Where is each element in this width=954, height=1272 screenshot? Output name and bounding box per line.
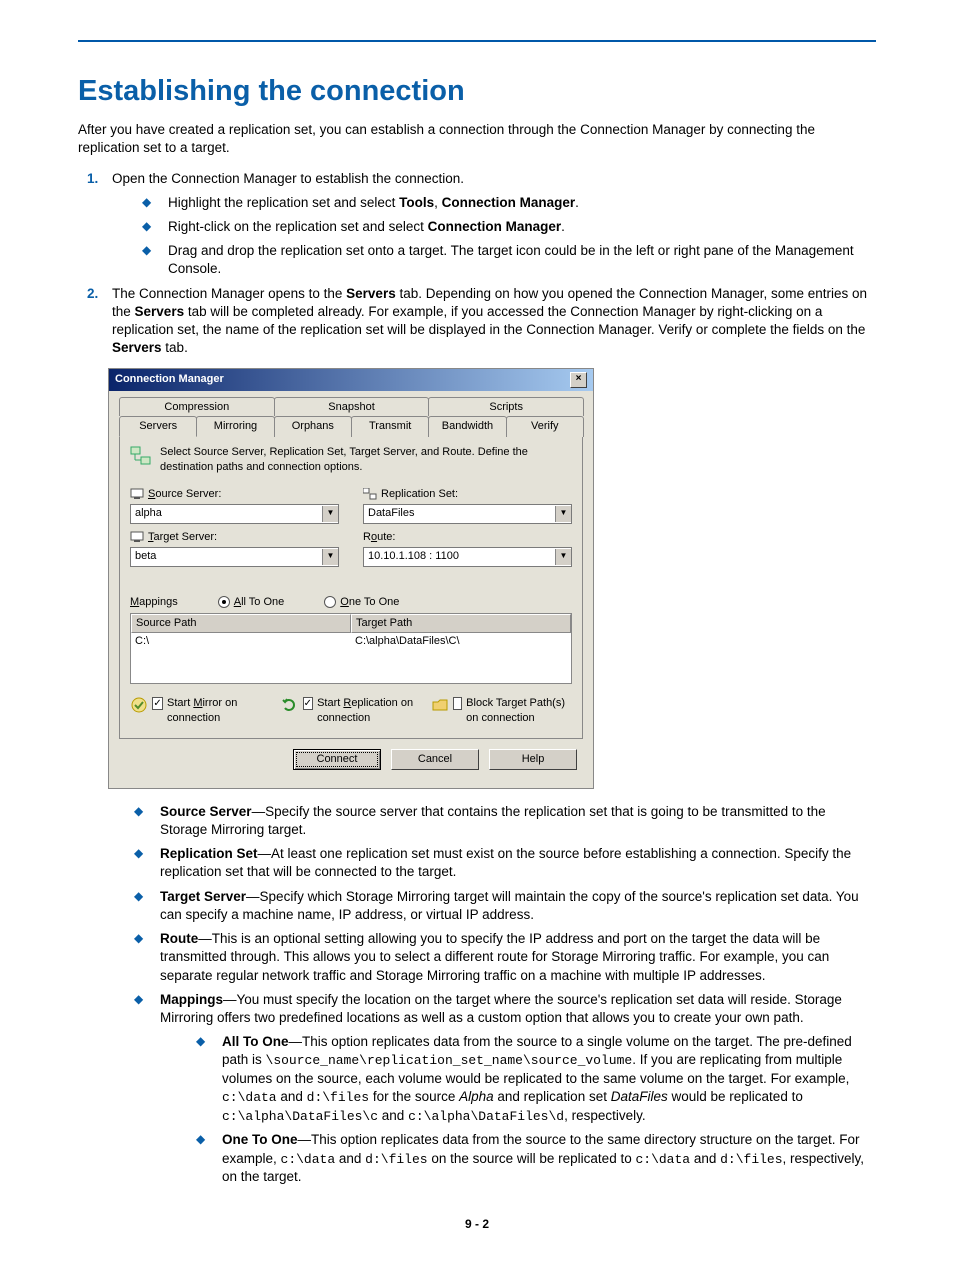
table-row[interactable]: C:\ C:\alpha\DataFiles\C\: [131, 633, 571, 650]
check-start-replication[interactable]: Start Replication on connection: [281, 696, 422, 726]
server-icon: [130, 531, 144, 543]
bullet-highlight: Highlight the replication set and select…: [142, 194, 876, 212]
folder-icon: [431, 696, 449, 714]
tab-row-top: Compression Snapshot Scripts: [119, 397, 583, 417]
panel-helptext: Select Source Server, Replication Set, T…: [130, 445, 572, 475]
target-server-combo[interactable]: beta ▼: [130, 547, 339, 567]
def-route: Route—This is an optional setting allowi…: [134, 930, 876, 985]
route-label: Route:: [363, 530, 572, 545]
radio-all-to-one[interactable]: All To One: [218, 595, 285, 610]
source-server-combo[interactable]: alpha ▼: [130, 504, 339, 524]
radio-one-to-one[interactable]: One To One: [324, 595, 399, 610]
steps-list: Open the Connection Manager to establish…: [78, 170, 876, 358]
page-title: Establishing the connection: [78, 72, 876, 111]
connection-manager-dialog: Connection Manager × Compression Snapsho…: [108, 368, 594, 789]
def-mappings: Mappings—You must specify the location o…: [134, 991, 876, 1187]
radio-dot-off: [324, 596, 336, 608]
replication-set-label: Replication Set:: [363, 487, 572, 502]
check-start-mirror[interactable]: Start Mirror on connection: [130, 696, 271, 726]
target-server-label: Target Server:: [130, 530, 339, 545]
bullet-rightclick: Right-click on the replication set and s…: [142, 218, 876, 236]
replication-set-combo[interactable]: DataFiles ▼: [363, 504, 572, 524]
radio-dot-on: [218, 596, 230, 608]
tab-verify[interactable]: Verify: [506, 416, 584, 437]
tab-scripts[interactable]: Scripts: [428, 397, 584, 417]
tab-orphans[interactable]: Orphans: [274, 416, 352, 437]
def-all-to-one: All To One—This option replicates data f…: [196, 1033, 876, 1125]
check-block-target[interactable]: Block Target Path(s) on connection: [431, 696, 572, 726]
checkbox-icon[interactable]: [453, 697, 462, 710]
mappings-table[interactable]: Source Path Target Path C:\ C:\alpha\Dat…: [130, 613, 572, 684]
chevron-down-icon[interactable]: ▼: [555, 506, 571, 522]
dialog-title: Connection Manager: [115, 372, 224, 387]
mappings-sublist: All To One—This option replicates data f…: [166, 1033, 876, 1186]
tab-row-bottom: Servers Mirroring Orphans Transmit Bandw…: [119, 416, 583, 437]
servers-panel: Select Source Server, Replication Set, T…: [119, 436, 583, 739]
step-1-bullets: Highlight the replication set and select…: [112, 194, 876, 279]
def-one-to-one: One To One—This option replicates data f…: [196, 1131, 876, 1186]
servers-icon: [130, 445, 152, 467]
repset-icon: [363, 488, 377, 500]
route-combo[interactable]: 10.10.1.108 : 1100 ▼: [363, 547, 572, 567]
step-1-text: Open the Connection Manager to establish…: [112, 171, 464, 186]
tab-bandwidth[interactable]: Bandwidth: [428, 416, 506, 437]
cancel-button[interactable]: Cancel: [391, 749, 479, 770]
tab-transmit[interactable]: Transmit: [351, 416, 429, 437]
def-source-server: Source Server—Specify the source server …: [134, 803, 876, 839]
tab-mirroring[interactable]: Mirroring: [196, 416, 274, 437]
definitions-list: Source Server—Specify the source server …: [78, 803, 876, 1186]
tab-snapshot[interactable]: Snapshot: [274, 397, 430, 417]
source-server-label: Source Server:: [130, 487, 339, 502]
chevron-down-icon[interactable]: ▼: [322, 549, 338, 565]
col-target-path: Target Path: [351, 614, 571, 633]
mirror-icon: [130, 696, 148, 714]
step-2: The Connection Manager opens to the Serv…: [102, 285, 876, 358]
top-rule: [78, 40, 876, 42]
close-icon[interactable]: ×: [570, 372, 587, 388]
help-button[interactable]: Help: [489, 749, 577, 770]
page-number: 9 - 2: [78, 1216, 876, 1232]
replication-icon: [281, 696, 299, 714]
bullet-dragdrop: Drag and drop the replication set onto a…: [142, 242, 876, 278]
tab-compression[interactable]: Compression: [119, 397, 275, 417]
col-source-path: Source Path: [131, 614, 351, 633]
tab-servers[interactable]: Servers: [119, 416, 197, 437]
step-1: Open the Connection Manager to establish…: [102, 170, 876, 279]
chevron-down-icon[interactable]: ▼: [322, 506, 338, 522]
def-target-server: Target Server—Specify which Storage Mirr…: [134, 888, 876, 924]
checkbox-icon[interactable]: [303, 697, 313, 710]
chevron-down-icon[interactable]: ▼: [555, 549, 571, 565]
dialog-titlebar: Connection Manager ×: [109, 369, 593, 391]
def-replication-set: Replication Set—At least one replication…: [134, 845, 876, 881]
connect-button[interactable]: Connect: [293, 749, 381, 770]
server-icon: [130, 488, 144, 500]
checkbox-icon[interactable]: [152, 697, 163, 710]
intro-paragraph: After you have created a replication set…: [78, 121, 876, 157]
